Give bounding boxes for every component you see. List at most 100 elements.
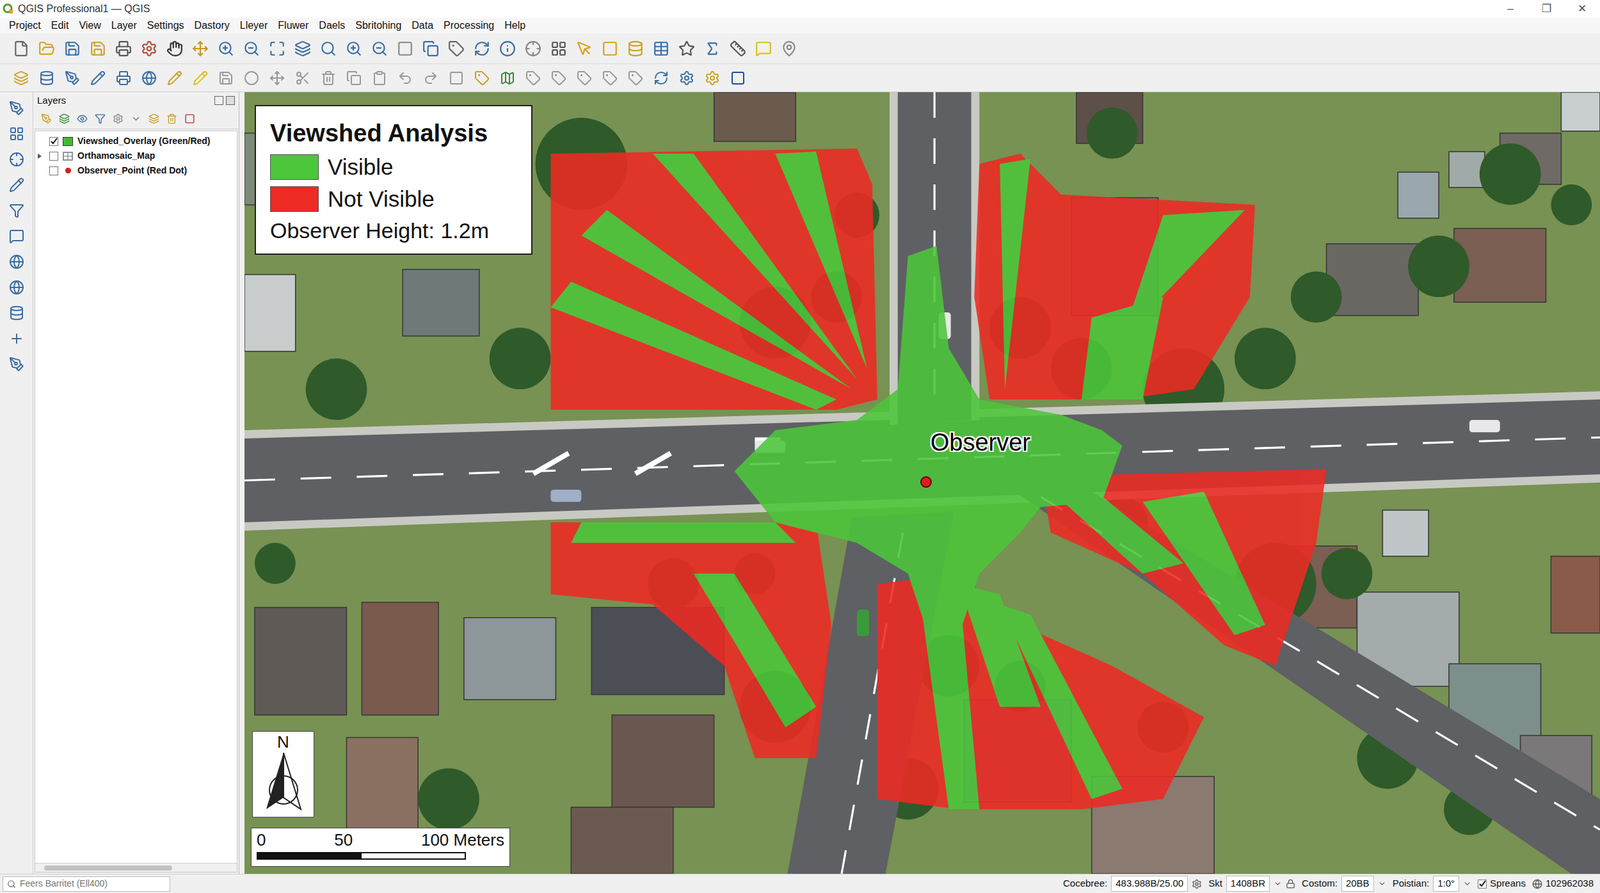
expand-all-icon[interactable] xyxy=(126,110,145,128)
add-wms-layer-icon[interactable] xyxy=(4,249,29,274)
menu-item[interactable]: Project xyxy=(3,18,47,33)
delete-icon[interactable] xyxy=(316,65,341,91)
python-icon[interactable] xyxy=(674,65,699,91)
select-icon[interactable] xyxy=(546,36,571,61)
menu-item[interactable]: Edit xyxy=(46,18,75,33)
float-panel-icon[interactable] xyxy=(214,96,224,105)
new-project-icon[interactable] xyxy=(8,36,34,61)
menu-item[interactable]: Fluwer xyxy=(272,18,314,33)
menu-item[interactable]: Settings xyxy=(142,18,190,33)
cut-icon[interactable] xyxy=(290,65,315,91)
add-vector-icon[interactable] xyxy=(85,65,111,91)
zoom-selection-icon[interactable] xyxy=(316,36,341,61)
annotation-icon[interactable] xyxy=(751,36,776,61)
measure-icon[interactable] xyxy=(725,36,751,61)
filter-legend-icon[interactable] xyxy=(90,110,109,128)
expression-filter-icon[interactable] xyxy=(108,110,127,128)
new-map-view-icon[interactable] xyxy=(392,36,418,61)
plugin-icon[interactable] xyxy=(700,65,725,91)
select-feature-icon[interactable] xyxy=(572,36,597,61)
redo-icon[interactable] xyxy=(418,65,443,91)
render-checkbox-row[interactable]: Spreans xyxy=(1477,876,1526,891)
menu-item[interactable]: View xyxy=(73,18,106,33)
text-annotation-icon[interactable] xyxy=(776,36,802,61)
remove-icon[interactable] xyxy=(180,110,199,128)
menu-item[interactable]: Processing xyxy=(438,18,500,33)
show-label-icon[interactable] xyxy=(520,65,546,91)
zoom-in-icon[interactable] xyxy=(213,36,239,61)
deselect-icon[interactable] xyxy=(597,36,623,61)
add-group-icon[interactable] xyxy=(55,110,73,128)
rotate-label-icon[interactable] xyxy=(572,65,597,91)
move-label-icon[interactable] xyxy=(546,65,571,91)
layer-checkbox[interactable] xyxy=(49,136,59,146)
dropdown-icon[interactable] xyxy=(1273,879,1282,888)
metasearch-icon[interactable] xyxy=(725,65,751,91)
change-label-icon[interactable] xyxy=(597,65,623,91)
add-line-icon[interactable] xyxy=(4,172,29,198)
render-checkbox[interactable] xyxy=(1477,879,1487,889)
attribute-table-icon[interactable] xyxy=(648,36,674,61)
crs-globe-icon[interactable] xyxy=(1532,878,1543,889)
crs-icon[interactable] xyxy=(1191,878,1202,889)
add-feature-icon[interactable] xyxy=(239,65,264,91)
label-icon[interactable] xyxy=(444,65,469,91)
vertex-tool-icon[interactable] xyxy=(4,96,29,121)
add-raster-icon[interactable] xyxy=(111,65,136,91)
open-styling-icon[interactable] xyxy=(37,110,56,128)
manage-visibility-icon[interactable] xyxy=(72,110,91,128)
layer-checkbox[interactable] xyxy=(49,151,59,161)
print-icon[interactable] xyxy=(111,36,136,61)
action-icon[interactable] xyxy=(520,36,546,61)
dropdown-icon[interactable] xyxy=(1377,879,1387,888)
add-delimited-icon[interactable] xyxy=(4,352,29,377)
add-raster-layer-icon[interactable] xyxy=(4,121,29,146)
add-point-icon[interactable] xyxy=(4,147,29,172)
data-source-icon[interactable] xyxy=(8,65,34,91)
window-control[interactable]: ❐ xyxy=(1528,0,1565,18)
save-as-icon[interactable] xyxy=(85,36,111,61)
status-field-value[interactable]: 20BB xyxy=(1341,875,1375,892)
edit-pencil-icon[interactable] xyxy=(162,65,187,91)
paste-icon[interactable] xyxy=(367,65,392,91)
statistics-icon[interactable] xyxy=(700,36,725,61)
menu-item[interactable]: Daels xyxy=(313,18,351,33)
undo-icon[interactable] xyxy=(392,65,418,91)
horizontal-scrollbar[interactable] xyxy=(35,862,237,872)
new-3d-view-icon[interactable] xyxy=(418,36,443,61)
status-field-value[interactable]: 483.988B/25.00 xyxy=(1111,875,1188,892)
move-feature-icon[interactable] xyxy=(264,65,290,91)
save-icon[interactable] xyxy=(60,36,85,61)
diagram-icon[interactable] xyxy=(623,65,648,91)
menu-item[interactable]: Dastory xyxy=(189,18,235,33)
save-edits-icon[interactable] xyxy=(213,65,239,91)
close-panel-icon[interactable] xyxy=(225,96,235,105)
add-wms-icon[interactable] xyxy=(136,65,162,91)
toggle-edit-icon[interactable] xyxy=(188,65,213,91)
toolbox-icon[interactable] xyxy=(674,36,699,61)
crs-code[interactable]: 102962038 xyxy=(1545,876,1594,891)
locator-search[interactable]: Feers Barritet (Ell400) xyxy=(2,876,171,892)
identify-icon[interactable] xyxy=(495,36,520,61)
menu-item[interactable]: Sbritohing xyxy=(350,18,407,33)
pan-to-selection-icon[interactable] xyxy=(188,36,213,61)
add-virtual-layer-icon[interactable] xyxy=(4,326,29,351)
add-mesh-icon[interactable] xyxy=(4,224,29,249)
dropdown-icon[interactable] xyxy=(1463,879,1472,888)
copy-icon[interactable] xyxy=(341,65,367,91)
zoom-last-icon[interactable] xyxy=(367,36,392,61)
menu-item[interactable]: Lleyer xyxy=(234,18,274,33)
zoom-out-icon[interactable] xyxy=(239,36,264,61)
map-canvas[interactable]: Viewshed AnalysisVisibleNot VisibleObser… xyxy=(244,92,1600,874)
status-field-value[interactable]: 1408BR xyxy=(1226,875,1270,892)
layer-checkbox[interactable] xyxy=(49,166,59,176)
lock-icon[interactable] xyxy=(1285,878,1296,889)
layer-row[interactable]: Orthamosaic_Map xyxy=(35,148,237,164)
pan-icon[interactable] xyxy=(162,36,187,61)
zoom-layer-icon[interactable] xyxy=(290,36,315,61)
open-icon[interactable] xyxy=(34,36,59,61)
add-polygon-icon[interactable] xyxy=(4,198,29,223)
style-manager-icon[interactable] xyxy=(136,36,162,61)
expand-arrow-icon[interactable] xyxy=(36,152,47,160)
digitize-icon[interactable] xyxy=(60,65,85,91)
